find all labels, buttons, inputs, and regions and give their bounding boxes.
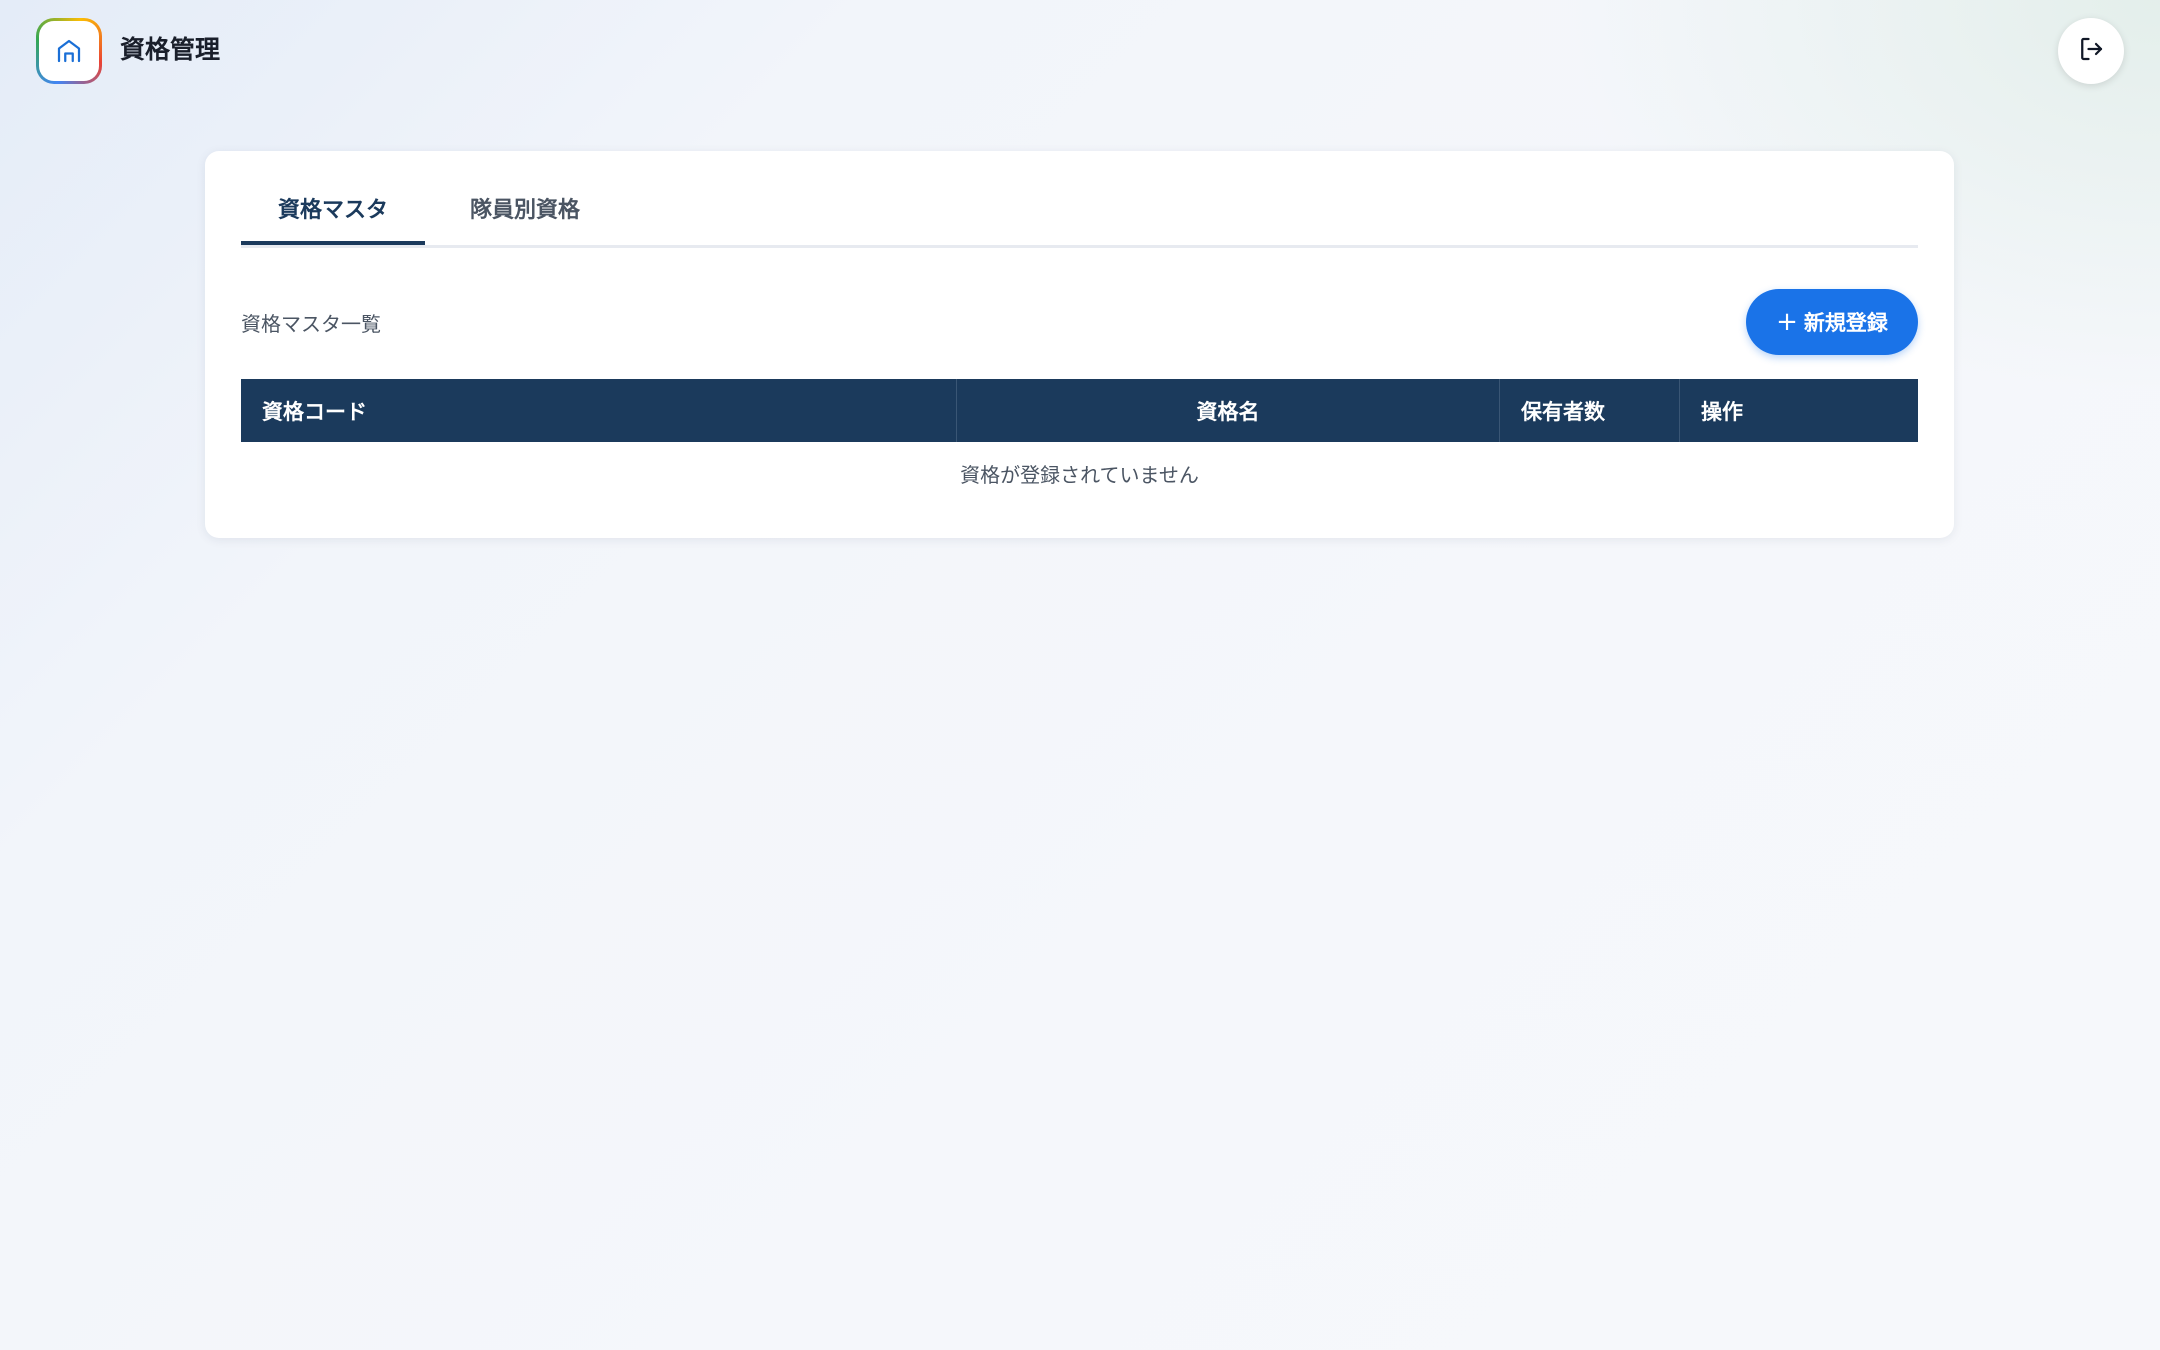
qualification-card: 資格マスタ 隊員別資格 資格マスタ一覧 + 新規登録 資格コード 資格名 保有者… — [205, 151, 1954, 538]
add-new-button[interactable]: + 新規登録 — [1746, 289, 1918, 355]
app-header: 資格管理 — [0, 0, 2160, 100]
logout-button[interactable] — [2058, 18, 2124, 84]
qualification-table: 資格コード 資格名 保有者数 操作 資格が登録されていません — [241, 379, 1918, 504]
logout-icon — [2076, 34, 2106, 68]
plus-icon: + — [1776, 307, 1798, 337]
tab-qualification-master[interactable]: 資格マスタ — [241, 189, 425, 245]
add-new-button-label: 新規登録 — [1803, 311, 1888, 335]
app-title: 資格管理 — [120, 35, 221, 64]
empty-message: 資格が登録されていません — [960, 462, 1199, 487]
home-icon — [39, 21, 99, 81]
tab-member-qualifications[interactable]: 隊員別資格 — [425, 189, 625, 245]
empty-row: 資格が登録されていません — [241, 442, 1918, 504]
app-logo[interactable] — [36, 18, 102, 84]
column-header-code[interactable]: 資格コード — [241, 379, 957, 442]
table-header-row: 資格コード 資格名 保有者数 操作 — [241, 379, 1918, 442]
column-header-actions: 操作 — [1679, 379, 1918, 442]
section-title: 資格マスタ一覧 — [241, 312, 381, 336]
column-header-holders[interactable]: 保有者数 — [1499, 379, 1680, 442]
tab-bar: 資格マスタ 隊員別資格 — [241, 189, 1918, 248]
column-header-name[interactable]: 資格名 — [956, 379, 1500, 442]
